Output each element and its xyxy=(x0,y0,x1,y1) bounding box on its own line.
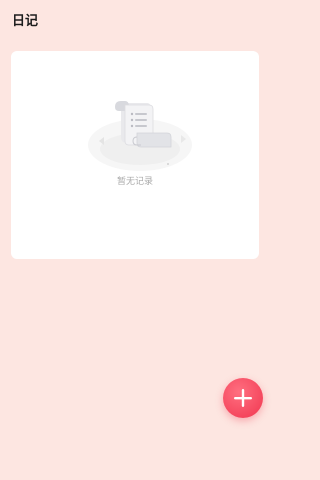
empty-scroll-icon xyxy=(88,101,192,171)
empty-state-message: 暂无记录 xyxy=(116,177,153,187)
add-diary-button[interactable] xyxy=(223,378,263,418)
plus-icon xyxy=(234,389,252,407)
diary-list-card: 暂无记录 xyxy=(11,51,259,259)
page-title: 日记 xyxy=(12,14,39,29)
